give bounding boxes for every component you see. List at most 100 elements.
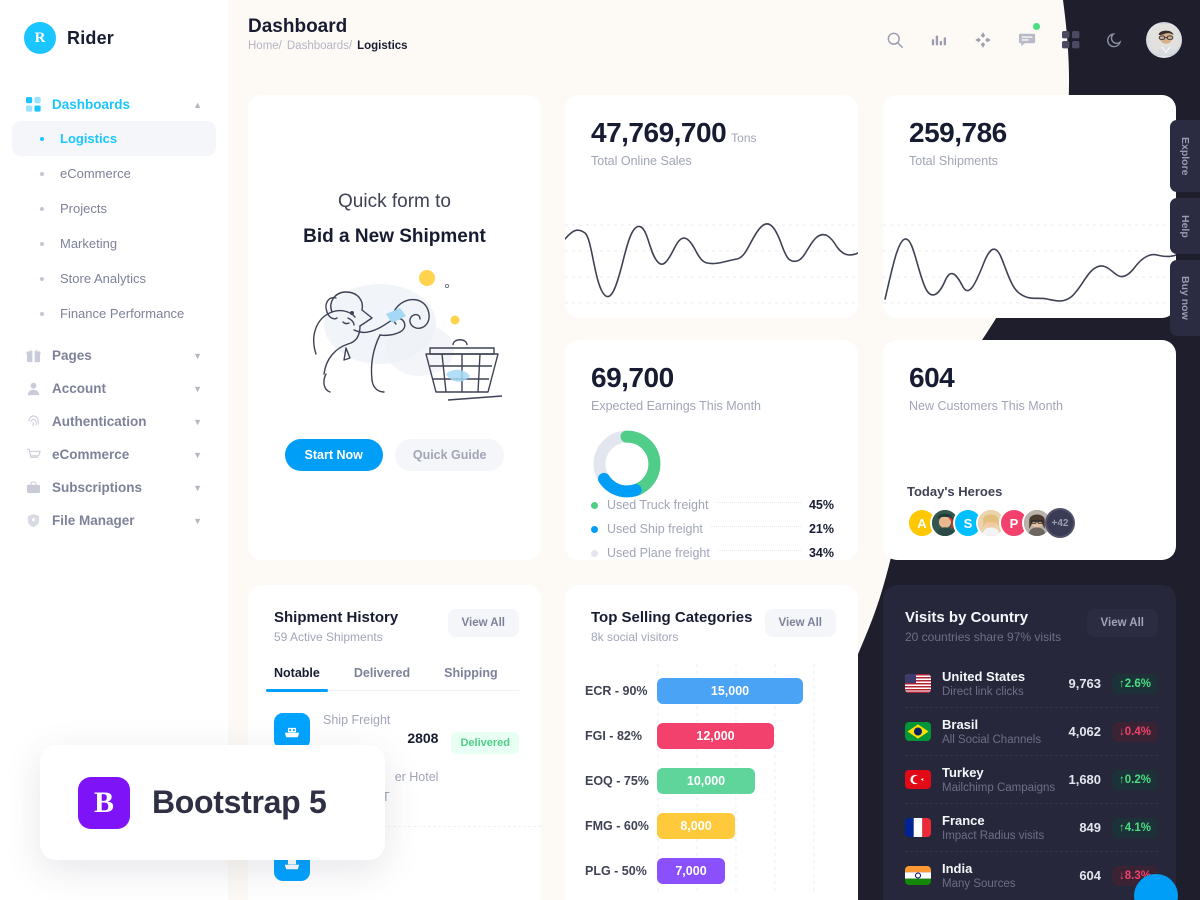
apps-grid-icon[interactable] (1058, 27, 1084, 53)
sidebar-sublabel: Projects (60, 201, 107, 216)
legend-row: Used Truck freight 45% (591, 498, 834, 512)
tab-notable[interactable]: Notable (266, 666, 328, 692)
legend-value: 34% (808, 546, 834, 560)
bar: 7,000 (657, 857, 725, 884)
sidebar-item-logistics[interactable]: Logistics (12, 121, 216, 156)
quick-form-illustration (248, 262, 541, 417)
country-name: India (942, 861, 973, 876)
grid-icon (26, 97, 52, 112)
bar-category-label: ECR - 90% (585, 683, 648, 698)
notification-dot (1033, 23, 1040, 30)
sidebar-label: Pages (52, 348, 92, 363)
side-tab-label: Help (1179, 214, 1191, 238)
header-actions (882, 22, 1182, 58)
online-sales-caption: Total Online Sales (591, 154, 692, 168)
country-name: Brasil (942, 717, 979, 732)
start-now-button[interactable]: Start Now (284, 439, 383, 471)
country-change: ↑0.2% (1112, 769, 1158, 790)
shipments-value: 259,786 (909, 117, 1007, 148)
sidebar-item-ecommerce-dash[interactable]: eCommerce (12, 156, 216, 191)
bar-category-label: PLG - 50% (585, 863, 647, 878)
avatar-initial: S (963, 515, 973, 531)
moon-icon[interactable] (1102, 27, 1128, 53)
country-row[interactable]: United States Direct link clicks 9,763 ↑… (905, 660, 1158, 708)
quick-form-line1: Quick form to (338, 191, 451, 212)
bootstrap-logo-icon: B (78, 776, 130, 829)
chat-icon[interactable] (1014, 23, 1040, 53)
side-tab-label: Explore (1179, 136, 1191, 176)
view-all-button[interactable]: View All (764, 609, 836, 637)
visits-title: Visits by Country (905, 609, 1029, 626)
breadcrumb-home[interactable]: Home/ (248, 40, 282, 52)
bar-value: 7,000 (675, 863, 707, 878)
side-tab-explore[interactable]: Explore (1170, 120, 1200, 192)
legend-dot (591, 525, 598, 533)
avatar-initial: A (917, 515, 927, 531)
country-row[interactable]: Brasil All Social Channels 4,062 ↓0.4% (905, 708, 1158, 756)
country-value: 4,062 (1068, 724, 1102, 739)
cart-icon (26, 447, 52, 462)
customers-value: 604 (909, 362, 955, 393)
country-row[interactable]: India Many Sources 604 ↓8.3% (905, 852, 1158, 899)
sidebar-item-marketing[interactable]: Marketing (12, 226, 216, 261)
customers-caption: New Customers This Month (909, 399, 1063, 413)
chevron-down-icon: ▼ (193, 515, 202, 526)
shuffle-icon[interactable] (970, 27, 996, 53)
flag-icon-us (905, 674, 931, 693)
quick-guide-button[interactable]: Quick Guide (394, 439, 505, 471)
shipment-history-title: Shipment History (274, 609, 399, 626)
sidebar-item-account[interactable]: Account ▼ (12, 372, 216, 405)
bullet-icon (40, 311, 44, 316)
visits-by-country-card: Visits by Country 20 countries share 97%… (883, 585, 1176, 900)
sidebar-item-pages[interactable]: Pages ▼ (12, 339, 216, 372)
online-sales-sparkline (565, 223, 858, 304)
sidebar-item-projects[interactable]: Projects (12, 191, 216, 226)
search-icon[interactable] (882, 27, 908, 53)
avatar-more[interactable]: +42 (1045, 508, 1075, 538)
sidebar-item-finance-performance[interactable]: Finance Performance (12, 296, 216, 331)
shield-icon (26, 513, 52, 528)
chevron-down-icon: ▼ (193, 350, 202, 361)
new-customers-card: 604 New Customers This Month Today's Her… (883, 340, 1176, 560)
bar-category-label: FGI - 82% (585, 728, 642, 743)
country-row[interactable]: Turkey Mailchimp Campaigns 1,680 ↑0.2% (905, 756, 1158, 804)
country-value: 849 (1079, 820, 1102, 835)
chevron-down-icon: ▼ (193, 449, 202, 460)
bullet-icon (40, 171, 44, 176)
legend-value: 45% (808, 498, 834, 512)
sidebar-item-subscriptions[interactable]: Subscriptions ▼ (12, 471, 216, 504)
legend-leader (717, 549, 801, 551)
brand[interactable]: R Rider (0, 0, 228, 54)
tab-delivered[interactable]: Delivered (354, 666, 410, 690)
bullet-icon (40, 136, 44, 141)
bar-chart-icon[interactable] (926, 27, 952, 53)
side-tab-buy-now[interactable]: Buy now (1170, 260, 1200, 336)
view-all-button[interactable]: View All (447, 609, 519, 637)
sidebar-item-file-manager[interactable]: File Manager ▼ (12, 504, 216, 537)
sidebar-item-ecommerce[interactable]: eCommerce ▼ (12, 438, 216, 471)
sidebar-label: Account (52, 381, 106, 396)
tab-shipping[interactable]: Shipping (444, 666, 497, 690)
country-change: ↓0.4% (1112, 721, 1158, 742)
avatar[interactable] (1146, 22, 1182, 58)
sidebar-sublabel: Store Analytics (60, 271, 146, 286)
bar: 10,000 (657, 767, 755, 794)
sidebar-item-dashboards[interactable]: Dashboards ▲ (12, 88, 216, 121)
brand-logo: R (24, 22, 56, 54)
chevron-up-icon: ▲ (193, 99, 202, 110)
legend-leader (710, 525, 801, 527)
sidebar-item-store-analytics[interactable]: Store Analytics (12, 261, 216, 296)
earnings-value: 69,700 (591, 362, 674, 393)
bar-chart: ECR - 90% 15,000 FGI - 82% 12,000 EOQ - … (565, 664, 858, 894)
bar: 8,000 (657, 812, 735, 839)
view-all-button[interactable]: View All (1086, 609, 1158, 637)
visits-subtitle: 20 countries share 97% visits (905, 630, 1062, 644)
country-name: Turkey (942, 765, 984, 780)
legend-row: Used Ship freight 21% (591, 522, 834, 536)
country-row[interactable]: France Impact Radius visits 849 ↑4.1% (905, 804, 1158, 852)
side-tab-help[interactable]: Help (1170, 198, 1200, 254)
expected-earnings-card: 69,700 Expected Earnings This Month Used… (565, 340, 858, 560)
breadcrumb-dashboards[interactable]: Dashboards/ (287, 40, 352, 52)
sidebar-item-authentication[interactable]: Authentication ▼ (12, 405, 216, 438)
flag-icon-fr (905, 818, 931, 837)
